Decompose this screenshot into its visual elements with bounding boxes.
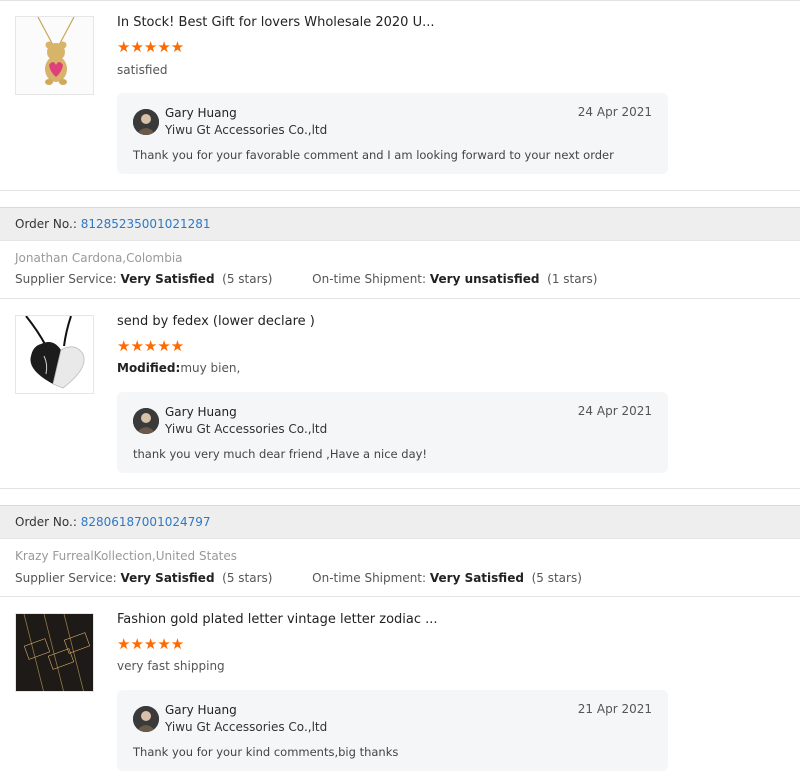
supplier-service-value: Very Satisfied bbox=[120, 272, 215, 286]
rating-stars: ★★★★★ bbox=[117, 337, 185, 355]
review-comment: Modified:muy bien, bbox=[117, 361, 240, 375]
comment-text: muy bien, bbox=[180, 361, 241, 375]
service-ratings: Supplier Service: Very Satisfied (5 star… bbox=[15, 571, 582, 585]
shipment-value: Very unsatisfied bbox=[429, 272, 540, 286]
supplier-name: Gary Huang bbox=[165, 703, 237, 717]
supplier-name: Gary Huang bbox=[165, 405, 237, 419]
modified-label: Modified: bbox=[117, 361, 181, 375]
shipment-value: Very Satisfied bbox=[429, 571, 524, 585]
order-label: Order No.: bbox=[15, 217, 77, 231]
supplier-company: Yiwu Gt Accessories Co.,ltd bbox=[165, 422, 328, 436]
teddy-bear-necklace-image bbox=[16, 17, 93, 94]
reply-message: Thank you for your kind comments,big tha… bbox=[133, 745, 399, 759]
rating-stars: ★★★★★ bbox=[117, 635, 185, 653]
product-thumbnail[interactable] bbox=[15, 16, 94, 95]
supplier-service-value: Very Satisfied bbox=[120, 571, 215, 585]
avatar bbox=[133, 109, 159, 135]
order-header: Order No.: 82806187001024797 bbox=[0, 505, 800, 539]
supplier-service-label: Supplier Service: bbox=[15, 272, 117, 286]
product-thumbnail[interactable] bbox=[15, 315, 94, 394]
reply-message: thank you very much dear friend ,Have a … bbox=[133, 447, 428, 461]
supplier-reply: Gary Huang Yiwu Gt Accessories Co.,ltd 2… bbox=[117, 392, 668, 473]
product-title[interactable]: Fashion gold plated letter vintage lette… bbox=[117, 612, 438, 627]
shipment-label: On-time Shipment: bbox=[312, 571, 427, 585]
rating-stars: ★★★★★ bbox=[117, 38, 185, 56]
supplier-reply: Gary Huang Yiwu Gt Accessories Co.,ltd 2… bbox=[117, 690, 668, 771]
section-divider bbox=[0, 488, 800, 489]
supplier-company: Yiwu Gt Accessories Co.,ltd bbox=[165, 720, 328, 734]
review-comment: satisfied bbox=[117, 63, 168, 77]
row-divider bbox=[0, 596, 800, 597]
row-divider bbox=[0, 298, 800, 299]
reply-date: 24 Apr 2021 bbox=[577, 404, 652, 418]
product-thumbnail[interactable] bbox=[15, 613, 94, 692]
top-divider bbox=[0, 0, 800, 1]
service-ratings: Supplier Service: Very Satisfied (5 star… bbox=[15, 272, 597, 286]
reply-date: 21 Apr 2021 bbox=[577, 702, 652, 716]
review-comment: very fast shipping bbox=[117, 659, 225, 673]
buyer-info: Krazy FurrealKollection,United States bbox=[15, 549, 238, 563]
order-number-link[interactable]: 81285235001021281 bbox=[81, 217, 211, 231]
gold-letter-necklace-image bbox=[16, 614, 93, 691]
heart-pendant-image bbox=[16, 316, 93, 393]
order-label: Order No.: bbox=[15, 515, 77, 529]
shipment-stars: (1 stars) bbox=[547, 272, 598, 286]
reply-date: 24 Apr 2021 bbox=[577, 105, 652, 119]
supplier-reply: Gary Huang Yiwu Gt Accessories Co.,ltd 2… bbox=[117, 93, 668, 174]
order-header: Order No.: 81285235001021281 bbox=[0, 207, 800, 241]
section-divider bbox=[0, 190, 800, 191]
supplier-name: Gary Huang bbox=[165, 106, 237, 120]
avatar bbox=[133, 706, 159, 732]
order-number-link[interactable]: 82806187001024797 bbox=[81, 515, 211, 529]
shipment-stars: (5 stars) bbox=[531, 571, 582, 585]
buyer-info: Jonathan Cardona,Colombia bbox=[15, 251, 183, 265]
supplier-service-label: Supplier Service: bbox=[15, 571, 117, 585]
product-title[interactable]: In Stock! Best Gift for lovers Wholesale… bbox=[117, 15, 435, 30]
supplier-service-stars: (5 stars) bbox=[222, 272, 273, 286]
reply-message: Thank you for your favorable comment and… bbox=[133, 148, 614, 162]
shipment-label: On-time Shipment: bbox=[312, 272, 427, 286]
avatar bbox=[133, 408, 159, 434]
product-title[interactable]: send by fedex (lower declare ) bbox=[117, 314, 315, 329]
supplier-service-stars: (5 stars) bbox=[222, 571, 273, 585]
supplier-company: Yiwu Gt Accessories Co.,ltd bbox=[165, 123, 328, 137]
